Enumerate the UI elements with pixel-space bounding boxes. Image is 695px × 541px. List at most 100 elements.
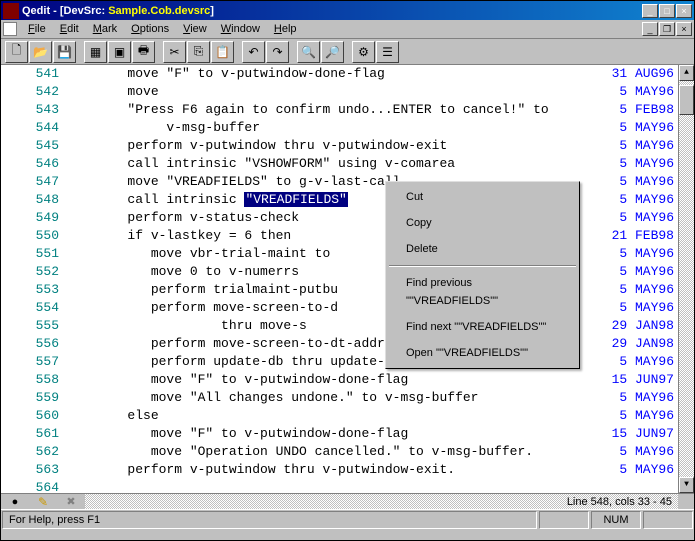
line-number: 562: [1, 443, 65, 461]
line-number: 547: [1, 173, 65, 191]
line-number: 557: [1, 353, 65, 371]
print-button[interactable]: 🖶: [132, 41, 155, 63]
code-line[interactable]: 564: [1, 479, 678, 493]
new-button[interactable]: 🗋: [5, 41, 28, 63]
cut-button[interactable]: ✂: [163, 41, 186, 63]
scroll-track[interactable]: [679, 81, 694, 477]
line-date: [594, 479, 678, 493]
line-number: 551: [1, 245, 65, 263]
code-line[interactable]: 562 move "Operation UNDO cancelled." to …: [1, 443, 678, 461]
status-blank1: [539, 511, 589, 529]
line-number: 549: [1, 209, 65, 227]
code-text[interactable]: "Press F6 again to confirm undo...ENTER …: [65, 101, 594, 119]
line-date: 5 MAY96: [594, 245, 678, 263]
ctx-open[interactable]: Open ""VREADFIELDS"": [388, 340, 577, 366]
code-line[interactable]: 542 move5 MAY96: [1, 83, 678, 101]
ctx-cut[interactable]: Cut: [388, 184, 577, 210]
status-num: NUM: [591, 511, 641, 529]
toolbar: 🗋 📂 💾 ▦ ▣ 🖶 ✂ ⎘ 📋 ↶ ↷ 🔍 🔎 ⚙ ☰: [1, 39, 694, 65]
save-button[interactable]: 💾: [53, 41, 76, 63]
close-button[interactable]: ×: [676, 4, 692, 18]
tool-button-3[interactable]: ⚙: [352, 41, 375, 63]
line-date: 5 MAY96: [594, 209, 678, 227]
line-date: 15 JUN97: [594, 425, 678, 443]
editor-area[interactable]: 541 move "F" to v-putwindow-done-flag31 …: [1, 65, 694, 493]
code-line[interactable]: 563 perform v-putwindow thru v-putwindow…: [1, 461, 678, 479]
vertical-scrollbar[interactable]: ▲ ▼: [678, 65, 694, 493]
ctx-delete[interactable]: Delete: [388, 236, 577, 262]
code-text[interactable]: perform v-putwindow thru v-putwindow-exi…: [65, 461, 594, 479]
find-button[interactable]: 🔍: [297, 41, 320, 63]
code-text[interactable]: move: [65, 83, 594, 101]
tool-button-2[interactable]: ▣: [108, 41, 131, 63]
menu-window[interactable]: Window: [214, 21, 267, 37]
code-text[interactable]: move "Operation UNDO cancelled." to v-ms…: [65, 443, 594, 461]
code-line[interactable]: 561 move "F" to v-putwindow-done-flag15 …: [1, 425, 678, 443]
ctx-copy[interactable]: Copy: [388, 210, 577, 236]
line-date: 5 MAY96: [594, 353, 678, 371]
menu-edit[interactable]: Edit: [53, 21, 86, 37]
code-line[interactable]: 544 v-msg-buffer5 MAY96: [1, 119, 678, 137]
code-text[interactable]: move "F" to v-putwindow-done-flag: [65, 371, 594, 389]
doc-restore-button[interactable]: ❐: [659, 22, 675, 36]
line-number: 541: [1, 65, 65, 83]
code-line[interactable]: 543 "Press F6 again to confirm undo...EN…: [1, 101, 678, 119]
document-icon[interactable]: [3, 22, 17, 36]
code-text[interactable]: perform v-putwindow thru v-putwindow-exi…: [65, 137, 594, 155]
ctx-find-next[interactable]: Find next ""VREADFIELDS"": [388, 314, 577, 340]
minimize-button[interactable]: _: [642, 4, 658, 18]
line-date: 5 MAY96: [594, 119, 678, 137]
undo-button[interactable]: ↶: [242, 41, 265, 63]
code-text[interactable]: [65, 479, 594, 493]
code-text[interactable]: move "F" to v-putwindow-done-flag: [65, 65, 594, 83]
menu-view[interactable]: View: [176, 21, 214, 37]
code-text[interactable]: move "F" to v-putwindow-done-flag: [65, 425, 594, 443]
menu-help[interactable]: Help: [267, 21, 304, 37]
menu-mark[interactable]: Mark: [86, 21, 124, 37]
line-date: 5 MAY96: [594, 299, 678, 317]
tool-button-1[interactable]: ▦: [84, 41, 107, 63]
context-menu: Cut Copy Delete Find previous ""VREADFIE…: [385, 181, 580, 369]
scroll-down-button[interactable]: ▼: [679, 477, 694, 493]
code-line[interactable]: 545 perform v-putwindow thru v-putwindow…: [1, 137, 678, 155]
code-text[interactable]: else: [65, 407, 594, 425]
tool-button-4[interactable]: ☰: [376, 41, 399, 63]
line-number: 556: [1, 335, 65, 353]
code-line[interactable]: 560 else5 MAY96: [1, 407, 678, 425]
line-number: 546: [1, 155, 65, 173]
line-number: 553: [1, 281, 65, 299]
copy-button[interactable]: ⎘: [187, 41, 210, 63]
line-number: 559: [1, 389, 65, 407]
doc-minimize-button[interactable]: _: [642, 22, 658, 36]
line-number: 560: [1, 407, 65, 425]
code-text[interactable]: v-msg-buffer: [65, 119, 594, 137]
line-date: 5 MAY96: [594, 389, 678, 407]
selection[interactable]: "VREADFIELDS": [244, 192, 347, 207]
code-line[interactable]: 546 call intrinsic "VSHOWFORM" using v-c…: [1, 155, 678, 173]
code-line[interactable]: 558 move "F" to v-putwindow-done-flag15 …: [1, 371, 678, 389]
close-indicator[interactable]: ✖: [57, 494, 85, 509]
record-indicator: ●: [1, 494, 29, 509]
code-line[interactable]: 559 move "All changes undone." to v-msg-…: [1, 389, 678, 407]
line-number: 555: [1, 317, 65, 335]
code-text[interactable]: move "All changes undone." to v-msg-buff…: [65, 389, 594, 407]
maximize-button[interactable]: □: [659, 4, 675, 18]
line-number: 561: [1, 425, 65, 443]
scroll-thumb[interactable]: [679, 85, 694, 115]
ctx-find-previous[interactable]: Find previous ""VREADFIELDS"": [388, 270, 577, 314]
menu-file[interactable]: File: [21, 21, 53, 37]
line-date: 5 MAY96: [594, 191, 678, 209]
open-button[interactable]: 📂: [29, 41, 52, 63]
code-text[interactable]: call intrinsic "VSHOWFORM" using v-comar…: [65, 155, 594, 173]
doc-close-button[interactable]: ×: [676, 22, 692, 36]
find-next-button[interactable]: 🔎: [321, 41, 344, 63]
bottom-bar: ● ✎ ✖ Line 548, cols 33 - 45: [1, 493, 694, 509]
scroll-up-button[interactable]: ▲: [679, 65, 694, 81]
code-line[interactable]: 541 move "F" to v-putwindow-done-flag31 …: [1, 65, 678, 83]
paste-button[interactable]: 📋: [211, 41, 234, 63]
redo-button[interactable]: ↷: [266, 41, 289, 63]
menu-options[interactable]: Options: [124, 21, 176, 37]
line-date: 15 JUN97: [594, 371, 678, 389]
scroll-corner: [678, 494, 694, 509]
window-title: Qedit - [DevSrc: Sample.Cob.devsrc]: [22, 5, 642, 17]
